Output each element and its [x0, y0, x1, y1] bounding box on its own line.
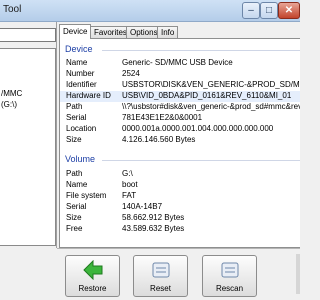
action-bar: Restore Reset Rescan: [57, 248, 300, 300]
rescan-button[interactable]: Rescan: [202, 255, 257, 297]
volume-row-size: Size 58.662.912 Bytes: [60, 213, 300, 224]
volume-section-heading: Volume: [65, 154, 96, 164]
reset-label: Reset: [150, 284, 171, 293]
volume-section-divider: [102, 160, 300, 161]
row-label: Serial: [66, 113, 87, 122]
partial-button-edge: [296, 254, 300, 294]
device-row-number: Number 2524: [60, 69, 300, 80]
minimize-button[interactable]: –: [242, 2, 260, 19]
device-info-panel: Device Name Generic- SD/MMC USB Device Nu…: [59, 38, 300, 248]
row-label: Path: [66, 169, 83, 178]
row-label: Size: [66, 135, 82, 144]
device-row-size: Size 4.126.146.560 Bytes: [60, 135, 300, 146]
row-value: G:\: [122, 169, 133, 178]
row-label: Name: [66, 58, 88, 67]
reset-icon: [152, 262, 169, 278]
row-value: USB\VID_0BDA&PID_0161&REV_6110&MI_01: [122, 91, 292, 100]
tab-device[interactable]: Device: [59, 24, 92, 39]
device-combo[interactable]: [0, 28, 56, 42]
tab-favorites[interactable]: Favorites: [90, 26, 131, 38]
close-button[interactable]: ✕: [278, 2, 300, 19]
rescan-icon: [221, 262, 238, 278]
row-label: Location: [66, 124, 97, 133]
tab-info[interactable]: Info: [157, 26, 179, 38]
close-icon: ✕: [284, 5, 294, 16]
row-value: 43.589.632 Bytes: [122, 224, 185, 233]
window-title: Tool: [3, 4, 22, 15]
row-label: Size: [66, 213, 82, 222]
device-row-identifier: Identifier USBSTOR\DISK&VEN_GENERIC-&PROD…: [60, 80, 300, 91]
device-row-path: Path \\?\usbstor#disk&ven_generic-&prod_s…: [60, 102, 300, 113]
row-value: boot: [122, 180, 138, 189]
row-value: FAT: [122, 191, 137, 200]
device-list[interactable]: /MMC (G:\): [0, 48, 56, 246]
row-value: 4.126.146.560 Bytes: [122, 135, 196, 144]
row-label: Number: [66, 69, 95, 78]
reset-button[interactable]: Reset: [133, 255, 188, 297]
volume-row-path: Path G:\: [60, 169, 300, 180]
row-value: Generic- SD/MMC USB Device: [122, 58, 233, 67]
row-label: Hardware ID: [66, 91, 111, 100]
restore-arrow-icon: [82, 260, 102, 280]
row-label: Free: [66, 224, 83, 233]
row-label: Path: [66, 102, 83, 111]
device-row-location: Location 0000.001a.0000.001.004.000.000.0…: [60, 124, 300, 135]
title-bar: Tool – □ ✕: [0, 0, 300, 22]
minimize-icon: –: [248, 5, 254, 16]
rescan-label: Rescan: [215, 284, 244, 293]
row-value: 2524: [122, 69, 140, 78]
volume-row-file-system: File system FAT: [60, 191, 300, 202]
restore-button[interactable]: Restore: [65, 255, 120, 297]
row-value: 140A-14B7: [122, 202, 163, 211]
row-value: 0000.001a.0000.001.004.000.000.000.000: [122, 124, 274, 133]
device-list-pane: /MMC (G:\): [0, 22, 57, 248]
device-list-item-line-1[interactable]: /MMC: [1, 89, 22, 98]
device-row-serial: Serial 781E43E1E2&0&0001: [60, 113, 300, 124]
restore-label: Restore: [78, 284, 107, 293]
device-row-name: Name Generic- SD/MMC USB Device: [60, 58, 300, 69]
row-label: Identifier: [66, 80, 97, 89]
device-section-heading: Device: [65, 44, 93, 54]
volume-row-name: Name boot: [60, 180, 300, 191]
row-value: USBSTOR\DISK&VEN_GENERIC-&PROD_SD/MMC&R: [122, 80, 300, 89]
row-value: 58.662.912 Bytes: [122, 213, 185, 222]
row-label: Name: [66, 180, 88, 189]
device-row-hardware-id: Hardware ID USB\VID_0BDA&PID_0161&REV_611…: [60, 91, 300, 102]
maximize-button[interactable]: □: [260, 2, 278, 19]
device-list-item-line-2[interactable]: (G:\): [1, 100, 17, 109]
row-value: \\?\usbstor#disk&ven_generic-&prod_sd#mm…: [122, 102, 300, 111]
device-section-divider: [102, 50, 300, 51]
maximize-icon: □: [265, 5, 273, 16]
row-value: 781E43E1E2&0&0001: [122, 113, 203, 122]
row-label: File system: [66, 191, 107, 200]
volume-row-free: Free 43.589.632 Bytes: [60, 224, 300, 235]
row-label: Serial: [66, 202, 87, 211]
volume-row-serial: Serial 140A-14B7: [60, 202, 300, 213]
